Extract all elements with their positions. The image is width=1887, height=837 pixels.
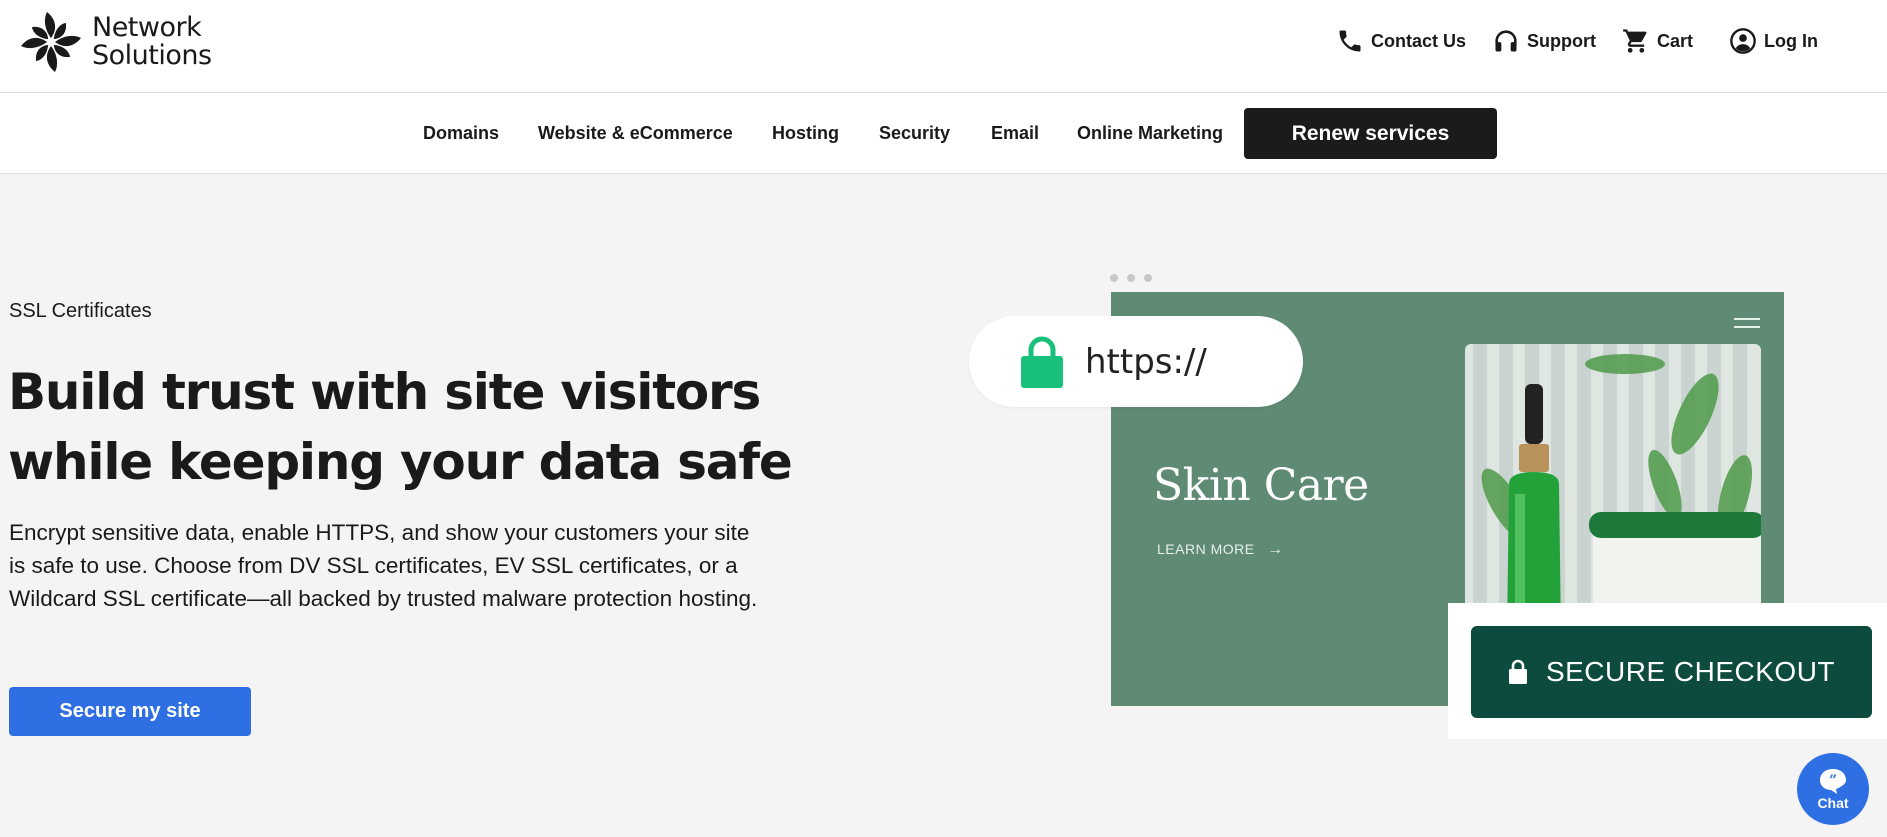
skincare-product-image [1465,344,1761,634]
mock-learn-more-label: LEARN MORE [1157,541,1255,557]
cart-link[interactable]: Cart [1622,27,1693,55]
mock-learn-more-link: LEARN MORE → [1157,541,1283,559]
contact-us-link[interactable]: Contact Us [1336,27,1466,55]
nav-security[interactable]: Security [879,123,950,144]
secure-checkout-label: SECURE CHECKOUT [1545,656,1836,687]
logo[interactable]: Network Solutions [18,9,212,75]
browser-dots [1110,274,1161,282]
nav-website-ecommerce[interactable]: Website & eCommerce [538,123,733,144]
mock-site-title: Skin Care [1153,460,1369,511]
login-label: Log In [1764,30,1819,51]
hero-headline-line-1: Build trust with site visitors [8,363,761,421]
nav-email[interactable]: Email [991,123,1039,144]
hero-description: Encrypt sensitive data, enable HTTPS, an… [9,520,758,611]
secure-my-site-button[interactable]: Secure my site [9,687,251,736]
renew-services-button[interactable]: Renew services [1244,108,1497,159]
nav-domains[interactable]: Domains [423,123,499,144]
chat-bubble-icon: ” [1820,769,1846,794]
secure-checkout-button: SECURE CHECKOUT [1471,626,1872,718]
cart-icon [1623,29,1647,53]
phone-icon [1339,30,1361,52]
hero-headline-line-2: while keeping your data safe [8,433,793,491]
svg-text:”: ” [1829,773,1837,789]
hero-headline: Build trust with site visitors while kee… [8,357,808,497]
utility-nav: Contact Us Support Cart Log In [1336,27,1818,55]
secure-checkout-card: SECURE CHECKOUT [1448,603,1887,739]
main-nav: Domains Website & eCommerce Hosting Secu… [0,93,1887,174]
logo-wordmark: Network Solutions [92,14,212,70]
contact-us-label: Contact Us [1371,30,1467,51]
padlock-icon [1508,659,1527,684]
support-link[interactable]: Support [1492,27,1596,55]
hamburger-menu-icon [1734,318,1760,334]
nav-online-marketing[interactable]: Online Marketing [1077,123,1223,144]
support-label: Support [1527,30,1597,51]
arrow-right-icon: → [1266,541,1284,558]
logo-line-2: Solutions [92,40,212,71]
headset-icon [1495,30,1517,52]
https-text: https:// [1085,341,1207,382]
https-address-pill: https:// [969,316,1303,407]
chat-label: Chat [1817,795,1849,811]
lock-icon [1021,336,1063,388]
user-circle-icon [1730,28,1756,54]
top-header: Network Solutions Contact Us Support Car… [0,0,1887,93]
chat-button[interactable]: ” Chat [1797,753,1869,825]
login-link[interactable]: Log In [1729,27,1818,55]
logo-line-1: Network [92,12,202,43]
cart-label: Cart [1657,30,1694,51]
hero-eyebrow: SSL Certificates [9,300,152,322]
nav-hosting[interactable]: Hosting [772,123,839,144]
network-solutions-logo-icon [21,12,81,72]
